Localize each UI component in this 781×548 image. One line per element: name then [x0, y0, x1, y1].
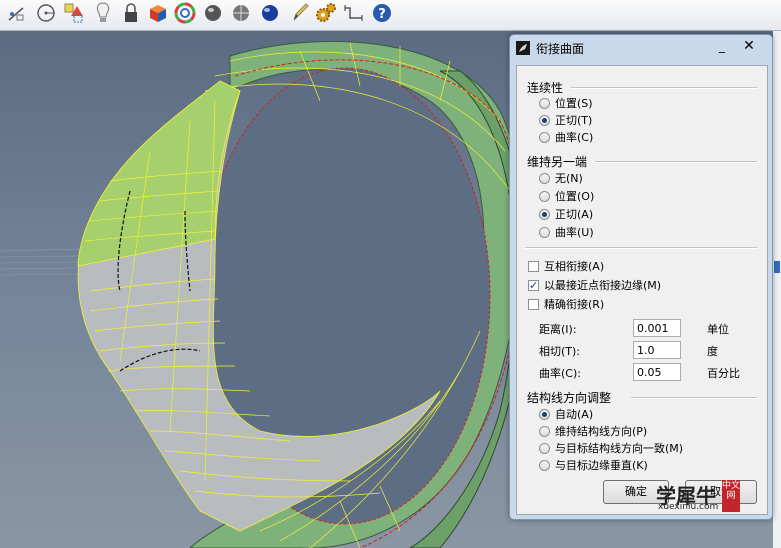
distance-unit: 单位	[707, 323, 729, 336]
isocurve-match-target-radio[interactable]: 与目标结构线方向一致(M)	[539, 441, 683, 456]
radio-button[interactable]	[539, 426, 550, 437]
checkbox[interactable]	[528, 261, 539, 272]
option-label: 曲率(U)	[555, 226, 594, 239]
site-watermark: 学犀牛 中文网 xuexiniu.com	[648, 480, 776, 514]
option-label: 无(N)	[555, 172, 583, 185]
continuity-heading: 连续性	[527, 81, 564, 95]
checkbox-label: 互相衔接(A)	[544, 260, 605, 273]
isocurve-heading: 结构线方向调整	[527, 391, 612, 405]
blue-sphere-icon[interactable]	[258, 0, 282, 26]
radio-button[interactable]	[539, 132, 550, 143]
viewport-edge	[773, 31, 781, 548]
group-divider	[595, 161, 757, 163]
radio-button[interactable]	[539, 115, 550, 126]
option-label: 维持结构线方向(P)	[555, 425, 648, 438]
option-label: 与目标结构线方向一致(M)	[555, 442, 684, 455]
toolbar: ?	[0, 0, 781, 31]
option-label: 正切(A)	[555, 208, 594, 221]
option-label: 曲率(C)	[555, 131, 594, 144]
sphere-icon[interactable]	[201, 0, 225, 26]
dialog-title: 衔接曲面	[536, 42, 585, 56]
shapes-icon[interactable]	[62, 0, 86, 26]
option-label: 位置(S)	[555, 97, 593, 110]
grid-snap-icon[interactable]	[4, 0, 28, 26]
radio-button[interactable]	[539, 98, 550, 109]
curvature-unit: 百分比	[707, 367, 740, 380]
checkbox[interactable]	[528, 278, 539, 293]
checkbox-label: 以最接近点衔接边缘(M)	[544, 279, 662, 292]
watermark-url: xuexiniu.com	[658, 502, 719, 512]
distance-field[interactable]: 0.001	[633, 319, 681, 337]
lightbulb-icon[interactable]	[91, 0, 115, 26]
maintain-heading: 维持另一端	[527, 155, 588, 169]
svg-text:?: ?	[378, 7, 386, 22]
radio-button[interactable]	[539, 209, 550, 220]
curvature-label: 曲率(C):	[539, 367, 581, 380]
maintain-position-radio[interactable]: 位置(O)	[539, 189, 594, 204]
tangency-unit: 度	[707, 345, 718, 358]
scroll-marker[interactable]	[774, 261, 780, 273]
tangency-label: 相切(T):	[539, 345, 581, 358]
maintain-tangent-radio[interactable]: 正切(A)	[539, 207, 593, 222]
isocurve-auto-radio[interactable]: 自动(A)	[539, 407, 593, 422]
title-bar[interactable]: 衔接曲面 _ ✕	[510, 35, 772, 61]
checkbox[interactable]	[528, 299, 539, 310]
isocurve-perpendicular-radio[interactable]: 与目标边缘垂直(K)	[539, 458, 648, 473]
option-label: 与目标边缘垂直(K)	[555, 459, 648, 472]
maintain-curvature-radio[interactable]: 曲率(U)	[539, 225, 594, 240]
sphere-grid-icon[interactable]	[229, 0, 253, 26]
refine-match-checkbox[interactable]: 精确衔接(R)	[528, 297, 604, 312]
curvature-field[interactable]: 0.05	[633, 363, 681, 381]
gear-cluster-icon[interactable]	[314, 0, 338, 26]
checkbox-label: 精确衔接(R)	[544, 298, 605, 311]
continuity-tangent-radio[interactable]: 正切(T)	[539, 113, 592, 128]
lock-icon[interactable]	[119, 0, 143, 26]
dialog-body: 连续性 位置(S) 正切(T) 曲率(C) 维持另一端 无(N) 位置(O) 正…	[516, 65, 768, 515]
group-divider	[631, 397, 757, 399]
isocurve-maintain-radio[interactable]: 维持结构线方向(P)	[539, 424, 647, 439]
separator	[525, 247, 757, 249]
pencil-icon[interactable]	[288, 0, 312, 26]
color-wheel-icon[interactable]	[173, 0, 197, 26]
option-label: 位置(O)	[555, 190, 595, 203]
tangency-field[interactable]: 1.0	[633, 341, 681, 359]
group-divider	[571, 87, 757, 89]
radio-button[interactable]	[539, 409, 550, 420]
close-button[interactable]: ✕	[735, 37, 763, 55]
option-label: 正切(T)	[555, 114, 593, 127]
maintain-none-radio[interactable]: 无(N)	[539, 171, 583, 186]
option-label: 自动(A)	[555, 408, 594, 421]
rhino-app-icon	[516, 41, 530, 55]
radio-button[interactable]	[539, 191, 550, 202]
radio-button[interactable]	[539, 460, 550, 471]
radio-button[interactable]	[539, 443, 550, 454]
distance-label: 距离(I):	[539, 323, 577, 336]
dimension-icon[interactable]	[342, 0, 366, 26]
blend-surface-dialog: 衔接曲面 _ ✕ 连续性 位置(S) 正切(T) 曲率(C) 维持另一端 无(N…	[509, 34, 773, 520]
blend-both-checkbox[interactable]: 互相衔接(A)	[528, 259, 604, 274]
help-icon[interactable]: ?	[370, 0, 394, 26]
watermark-seal: 中文网	[722, 480, 740, 512]
match-closest-point-checkbox[interactable]: 以最接近点衔接边缘(M)	[528, 278, 661, 293]
radio-button[interactable]	[539, 227, 550, 238]
continuity-position-radio[interactable]: 位置(S)	[539, 96, 593, 111]
continuity-curvature-radio[interactable]: 曲率(C)	[539, 130, 593, 145]
render-cube-icon[interactable]	[146, 0, 170, 26]
minimize-button[interactable]: _	[710, 37, 734, 55]
radio-button[interactable]	[539, 173, 550, 184]
circle-tool-icon[interactable]	[34, 0, 58, 26]
